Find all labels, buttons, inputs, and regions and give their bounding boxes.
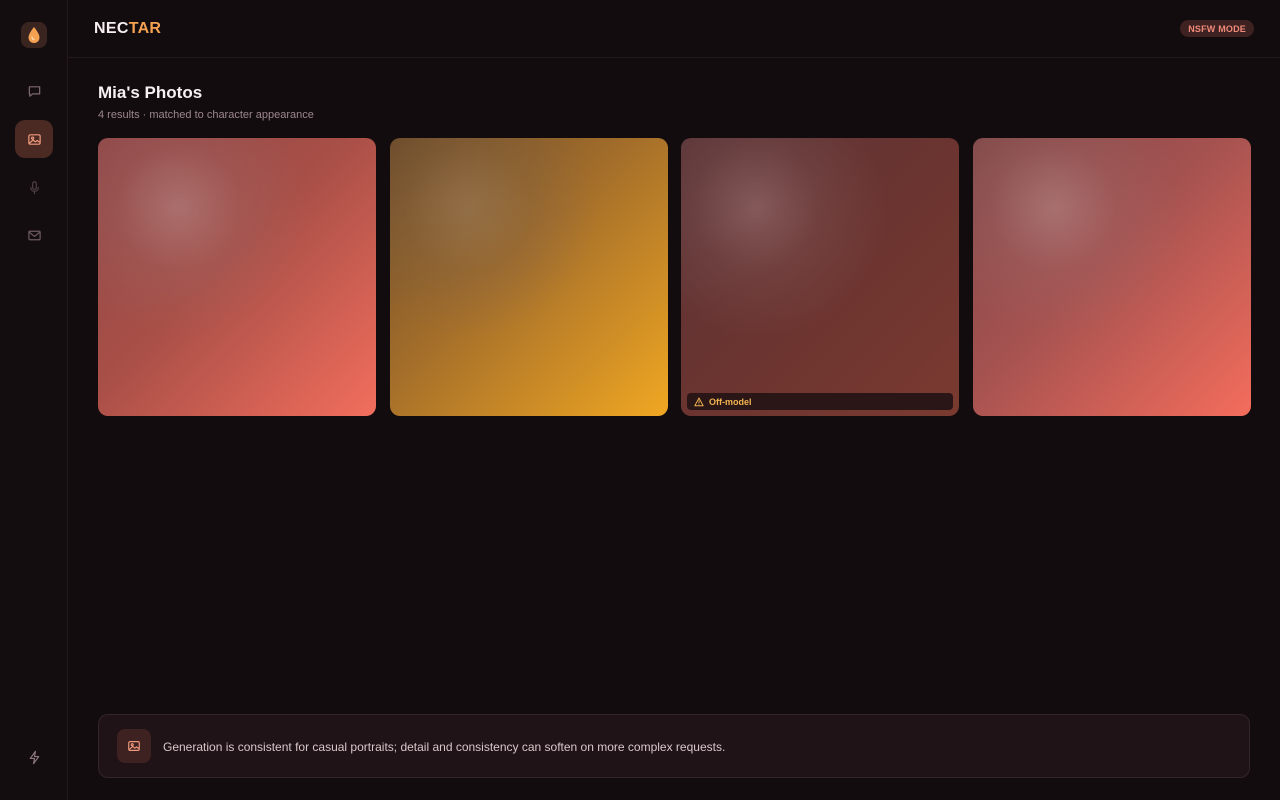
bolt-icon bbox=[29, 750, 39, 764]
results-subtitle: 4 results · matched to character appeara… bbox=[98, 109, 314, 121]
sidebar-item-voice[interactable] bbox=[15, 168, 53, 206]
brand-wordmark[interactable]: NECTAR bbox=[94, 20, 161, 38]
sidebar bbox=[0, 0, 68, 800]
sidebar-item-chat[interactable] bbox=[15, 72, 53, 110]
logo[interactable] bbox=[21, 22, 47, 48]
off-model-label: Off-model bbox=[709, 396, 752, 407]
photo-card-1[interactable] bbox=[98, 138, 376, 416]
mail-icon bbox=[27, 230, 41, 240]
image-icon bbox=[27, 133, 41, 145]
image-icon bbox=[128, 741, 140, 751]
brand-part-2: TAR bbox=[128, 20, 162, 37]
brand-part-1: NEC bbox=[94, 20, 129, 37]
warning-icon bbox=[694, 397, 704, 406]
app-root: NECTAR NSFW MODE Mia's Photos 4 results … bbox=[0, 0, 1280, 800]
note-image-badge bbox=[117, 729, 151, 763]
chat-icon bbox=[28, 85, 40, 97]
flame-drop-icon bbox=[28, 27, 40, 43]
top-bar: NECTAR NSFW MODE bbox=[68, 0, 1280, 58]
nsfw-mode-badge[interactable]: NSFW MODE bbox=[1180, 20, 1254, 37]
off-model-flag: Off-model bbox=[687, 393, 953, 410]
note-text: Generation is consistent for casual port… bbox=[163, 740, 726, 754]
page-title: Mia's Photos bbox=[98, 83, 203, 102]
photo-card-4[interactable] bbox=[973, 138, 1251, 416]
photo-card-3[interactable]: Off-model bbox=[681, 138, 959, 416]
sidebar-item-photos[interactable] bbox=[15, 120, 53, 158]
photo-card-2[interactable] bbox=[390, 138, 668, 416]
mic-icon bbox=[29, 180, 39, 194]
generation-note: Generation is consistent for casual port… bbox=[98, 714, 1250, 778]
sidebar-item-messages[interactable] bbox=[15, 216, 53, 254]
sidebar-item-upgrade[interactable] bbox=[15, 738, 53, 776]
